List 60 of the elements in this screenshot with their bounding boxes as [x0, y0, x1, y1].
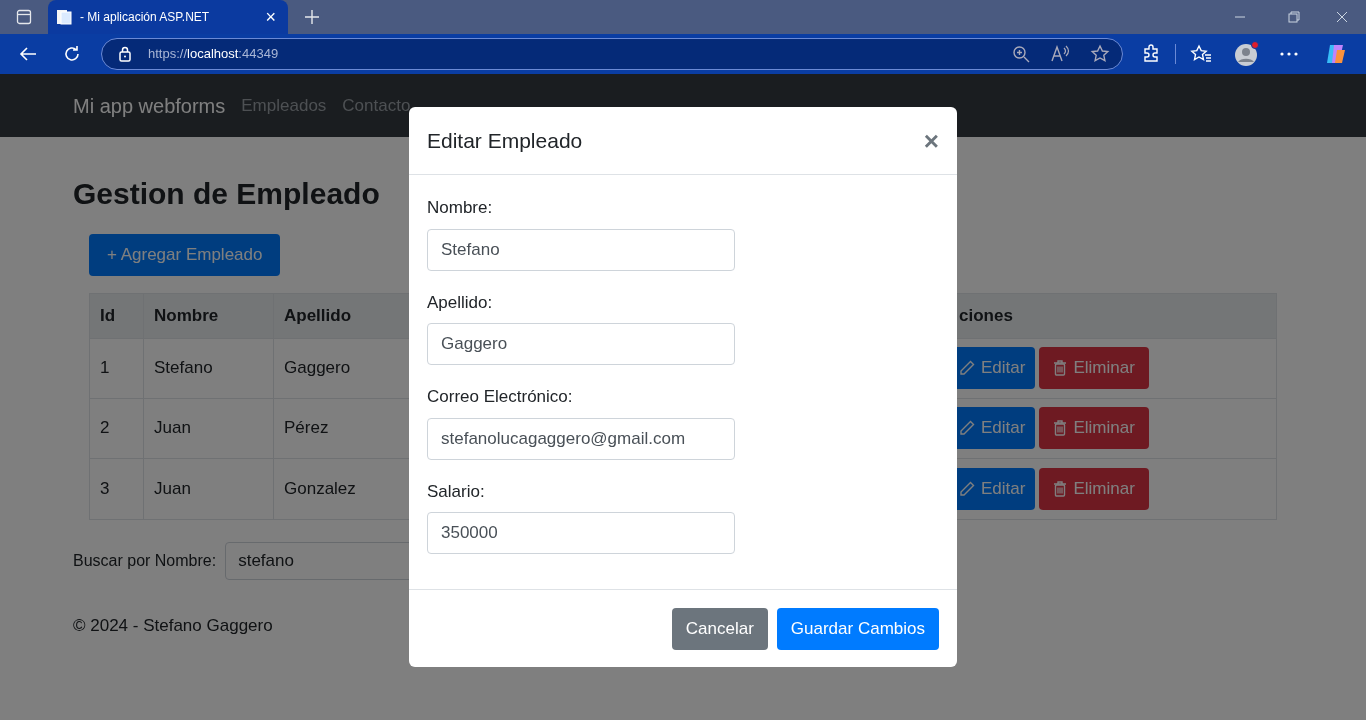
search-label: Buscar por Nombre: [73, 550, 217, 571]
add-employee-button[interactable]: + Agregar Empleado [89, 233, 281, 276]
input-field[interactable]: stefanolucagaggero@gmail.com [427, 417, 735, 460]
close-icon[interactable] [1336, 11, 1348, 23]
page-icon [56, 9, 72, 25]
refresh-icon[interactable] [63, 45, 81, 63]
pencil-icon [959, 420, 975, 436]
more-icon[interactable] [1280, 52, 1298, 56]
table-cell-text: Juan [154, 417, 191, 440]
table-cell-text: 1 [100, 357, 110, 380]
address-bar[interactable]: https://localhost:44349 [101, 38, 1123, 70]
modal-title: Editar Empleado [427, 127, 583, 154]
tab-title: - Mi aplicación ASP.NET [80, 9, 211, 26]
lock-icon [118, 46, 132, 62]
trash-icon [1053, 360, 1068, 376]
navbar-brand[interactable]: Mi app webforms [73, 90, 226, 121]
star-icon[interactable] [1090, 44, 1110, 64]
column-header: ciones [959, 304, 1013, 327]
zoom-in-icon[interactable] [1012, 45, 1030, 63]
cancel-button[interactable]: Cancelar [671, 607, 768, 650]
save-button[interactable]: Guardar Cambios [776, 607, 939, 650]
table-cell-text: Gaggero [284, 357, 351, 380]
field-label: Nombre: [427, 197, 494, 219]
pencil-icon [959, 360, 975, 376]
column-header: Nombre [154, 304, 219, 327]
close-button[interactable]: × [261, 8, 280, 26]
avatar-icon[interactable] [1234, 41, 1260, 67]
pencil-icon [959, 480, 975, 497]
read-aloud-icon[interactable] [1050, 45, 1070, 63]
delete-button[interactable]: Eliminar [1039, 347, 1149, 389]
field-label: Salario: [427, 480, 486, 503]
field-label: Apellido: [427, 291, 494, 314]
input-field[interactable]: 350000 [427, 512, 735, 554]
restore-icon[interactable] [1288, 11, 1300, 23]
copilot-icon[interactable] [1324, 42, 1348, 66]
footer-text: © 2024 - Stefano Gaggero [73, 614, 273, 637]
tab-actions-icon[interactable] [16, 9, 32, 25]
table-cell-text: Gonzalez [284, 477, 356, 500]
delete-button[interactable]: Eliminar [1039, 467, 1149, 510]
trash-icon [1053, 420, 1068, 436]
new-tab-icon[interactable] [304, 9, 320, 25]
table-cell-text: 3 [100, 477, 110, 500]
page-title: Gestion de Empleado [73, 176, 380, 212]
url-text: https://localhost:44349 [148, 45, 280, 64]
extensions-icon[interactable] [1141, 44, 1161, 64]
field-label: Correo Electrónico: [427, 386, 574, 408]
favorites-icon[interactable] [1190, 44, 1212, 64]
table-cell-text: Stefano [154, 357, 213, 380]
back-icon[interactable] [19, 46, 37, 62]
browser-tab[interactable]: - Mi aplicación ASP.NET × [48, 0, 288, 34]
close-button[interactable]: × [923, 127, 939, 154]
column-header: Id [100, 304, 116, 327]
column-header: Apellido [284, 304, 352, 327]
input-field[interactable]: Stefano [427, 228, 735, 271]
table-cell-text: 2 [100, 417, 110, 440]
input-field[interactable]: Gaggero [427, 323, 735, 365]
delete-button[interactable]: Eliminar [1039, 407, 1149, 449]
table-cell-text: Pérez [284, 417, 329, 440]
trash-icon [1053, 480, 1068, 497]
table-cell-text: Juan [154, 477, 191, 500]
